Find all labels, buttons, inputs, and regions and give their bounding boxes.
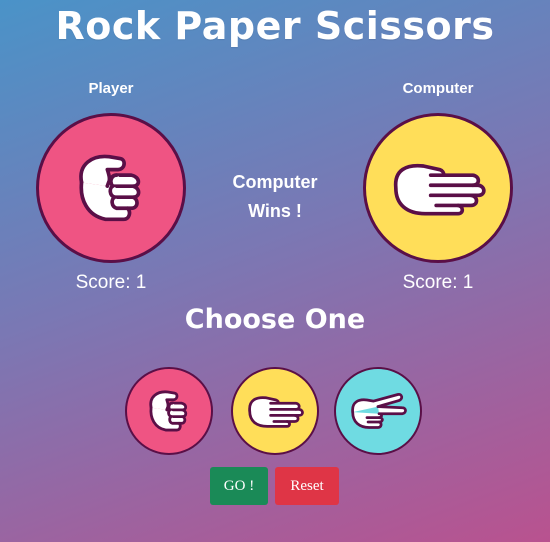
choice-scissors-button[interactable] (334, 367, 422, 455)
choice-paper-button[interactable] (231, 367, 319, 455)
go-button[interactable]: GO ! (210, 467, 268, 505)
result-outcome: Wins ! (248, 201, 302, 221)
game-title: Rock Paper Scissors (55, 4, 495, 48)
reset-button[interactable]: Reset (275, 467, 339, 505)
computer-label: Computer (402, 80, 474, 97)
open-hand-icon (393, 163, 486, 216)
player-choice-display (36, 113, 186, 263)
fist-icon (149, 390, 188, 432)
choose-heading: Choose One (184, 304, 366, 335)
player-label: Player (88, 80, 134, 97)
scissors-hand-icon (351, 393, 407, 429)
choice-rock-button[interactable] (125, 367, 213, 455)
player-score: Score: 1 (75, 272, 147, 293)
fist-icon (79, 154, 141, 222)
round-result: Computer Wins ! (205, 168, 345, 226)
computer-choice-display (363, 113, 513, 263)
computer-score: Score: 1 (402, 272, 474, 293)
open-hand-icon (248, 396, 304, 428)
result-winner: Computer (232, 172, 318, 192)
